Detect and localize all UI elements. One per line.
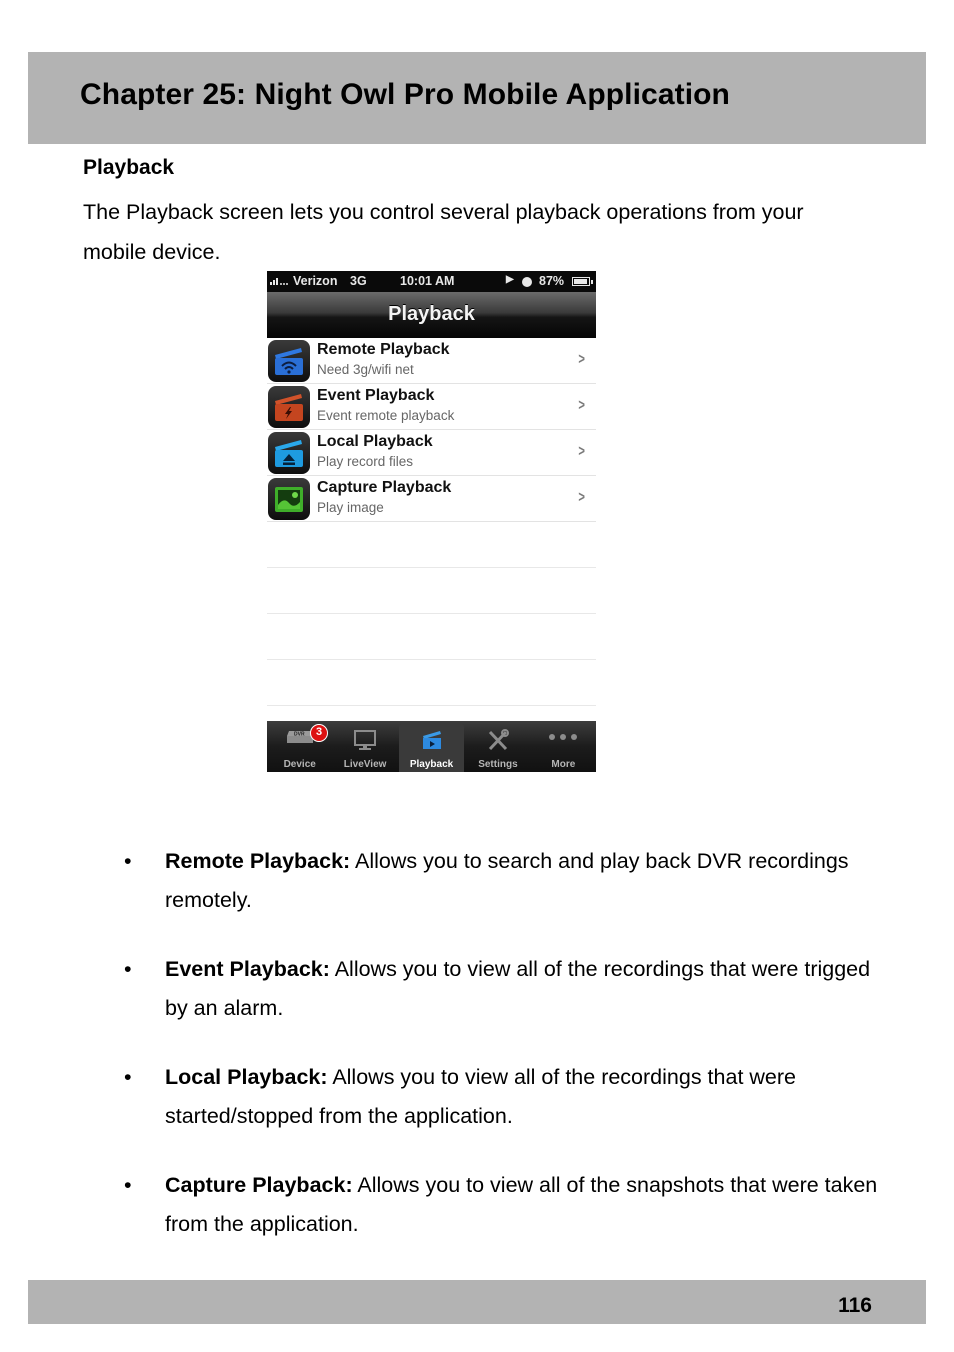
tab-settings[interactable]: Settings	[465, 721, 530, 772]
tab-device[interactable]: DVR 3 Device	[267, 721, 332, 772]
section-heading: Playback	[83, 156, 175, 179]
svg-text:DVR: DVR	[294, 732, 305, 738]
status-time: 10:01 AM	[400, 274, 455, 288]
tab-label: More	[551, 759, 576, 770]
bullet-icon: •	[124, 957, 132, 981]
chevron-right-icon: >	[578, 397, 585, 414]
more-dots-icon	[547, 729, 579, 750]
footer-band: 116	[28, 1280, 926, 1324]
battery-icon	[572, 277, 593, 286]
chapter-title: Chapter 25: Night Owl Pro Mobile Applica…	[80, 78, 730, 111]
menu-item-title: Event Playback	[317, 387, 435, 404]
feature-list: • Remote Playback: Allows you to search …	[124, 842, 884, 1274]
clapper-play-icon	[421, 729, 443, 754]
image-icon	[268, 478, 310, 520]
tab-label: Settings	[478, 759, 518, 770]
phone-screenshot: Verizon 3G 10:01 AM ▶ 87% Playback Remot…	[267, 271, 596, 772]
notification-badge: 3	[310, 724, 328, 742]
battery-percent: 87%	[539, 274, 565, 288]
empty-row	[267, 568, 596, 614]
empty-row	[267, 614, 596, 660]
list-item: • Local Playback: Allows you to view all…	[124, 1058, 884, 1136]
menu-item-local-playback[interactable]: Local Playback Play record files >	[267, 430, 596, 476]
intro-paragraph: The Playback screen lets you control sev…	[83, 200, 804, 264]
carrier-name: Verizon	[293, 274, 338, 288]
tab-liveview[interactable]: LiveView	[332, 721, 397, 772]
list-item-term: Local Playback:	[165, 1065, 328, 1089]
list-item-term: Remote Playback:	[165, 849, 351, 873]
chevron-right-icon: >	[578, 443, 585, 460]
chevron-right-icon: >	[578, 351, 585, 368]
menu-item-subtitle: Play image	[317, 500, 384, 515]
network-type: 3G	[350, 274, 367, 288]
empty-row	[267, 660, 596, 706]
tab-bar: DVR 3 Device LiveView Playback Settings …	[267, 721, 596, 772]
menu-item-subtitle: Play record files	[317, 454, 414, 469]
clapper-eject-icon	[268, 432, 310, 474]
bullet-icon: •	[124, 1065, 132, 1089]
tab-label: LiveView	[343, 759, 387, 770]
bullet-icon: •	[124, 849, 132, 873]
chapter-header-band: Chapter 25: Night Owl Pro Mobile Applica…	[28, 52, 926, 144]
empty-row	[267, 522, 596, 568]
list-item: • Capture Playback: Allows you to view a…	[124, 1166, 884, 1244]
tab-more[interactable]: More	[531, 721, 596, 772]
tab-label: Device	[283, 759, 316, 770]
menu-item-subtitle: Need 3g/wifi net	[317, 362, 414, 377]
menu-item-capture-playback[interactable]: Capture Playback Play image >	[267, 476, 596, 522]
menu-item-title: Local Playback	[317, 433, 433, 450]
location-arrow-icon: ▶	[506, 274, 514, 285]
list-item-term: Event Playback:	[165, 957, 330, 981]
navigation-bar: Playback	[267, 292, 596, 338]
signal-icon	[270, 275, 290, 289]
menu-item-title: Remote Playback	[317, 341, 450, 358]
menu-item-remote-playback[interactable]: Remote Playback Need 3g/wifi net >	[267, 338, 596, 384]
nav-title: Playback	[388, 303, 475, 325]
tab-label: Playback	[409, 759, 454, 770]
tools-icon	[486, 729, 510, 754]
list-item: • Remote Playback: Allows you to search …	[124, 842, 884, 920]
menu-item-title: Capture Playback	[317, 479, 452, 496]
status-bar: Verizon 3G 10:01 AM ▶ 87%	[267, 271, 596, 292]
alarm-clock-icon	[522, 277, 532, 287]
menu-item-subtitle: Event remote playback	[317, 408, 455, 423]
clapper-lightning-icon	[268, 386, 310, 428]
tab-playback[interactable]: Playback	[398, 724, 465, 772]
list-item-term: Capture Playback:	[165, 1173, 353, 1197]
clapper-wifi-icon	[268, 340, 310, 382]
page-number: 116	[838, 1294, 872, 1317]
menu-item-event-playback[interactable]: Event Playback Event remote playback >	[267, 384, 596, 430]
playback-menu: Remote Playback Need 3g/wifi net > Event…	[267, 338, 596, 706]
monitor-icon	[353, 729, 377, 754]
chevron-right-icon: >	[578, 489, 585, 506]
list-item: • Event Playback: Allows you to view all…	[124, 950, 884, 1028]
bullet-icon: •	[124, 1173, 132, 1197]
